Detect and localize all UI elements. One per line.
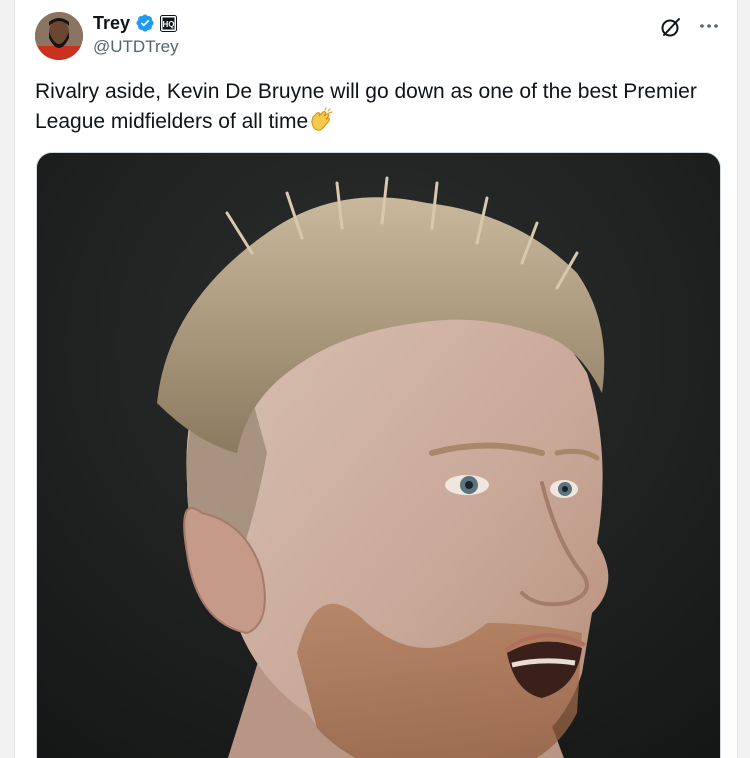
tweet-photo[interactable]: [36, 152, 721, 758]
page: Trey HQ @UTDTrey Rivalry aside, Kevin De…: [0, 0, 750, 758]
affiliate-badge-label: HQ: [163, 20, 175, 29]
affiliate-badge-icon[interactable]: HQ: [160, 14, 178, 32]
tweet-card: Trey HQ @UTDTrey Rivalry aside, Kevin De…: [14, 0, 738, 758]
tweet-text: Rivalry aside, Kevin De Bruyne will go d…: [35, 77, 715, 137]
avatar[interactable]: [35, 12, 83, 60]
avatar-image: [35, 12, 83, 60]
grok-icon[interactable]: [659, 15, 683, 39]
portrait-photo: [37, 153, 720, 758]
clapping-hands-icon: [308, 107, 334, 133]
more-options-icon[interactable]: [697, 14, 721, 38]
tweet-body: Rivalry aside, Kevin De Bruyne will go d…: [35, 80, 697, 133]
author-handle[interactable]: @UTDTrey: [93, 37, 179, 57]
author-name-row: Trey HQ: [93, 12, 178, 34]
verified-badge-icon[interactable]: [135, 13, 155, 33]
display-name[interactable]: Trey: [93, 13, 130, 34]
